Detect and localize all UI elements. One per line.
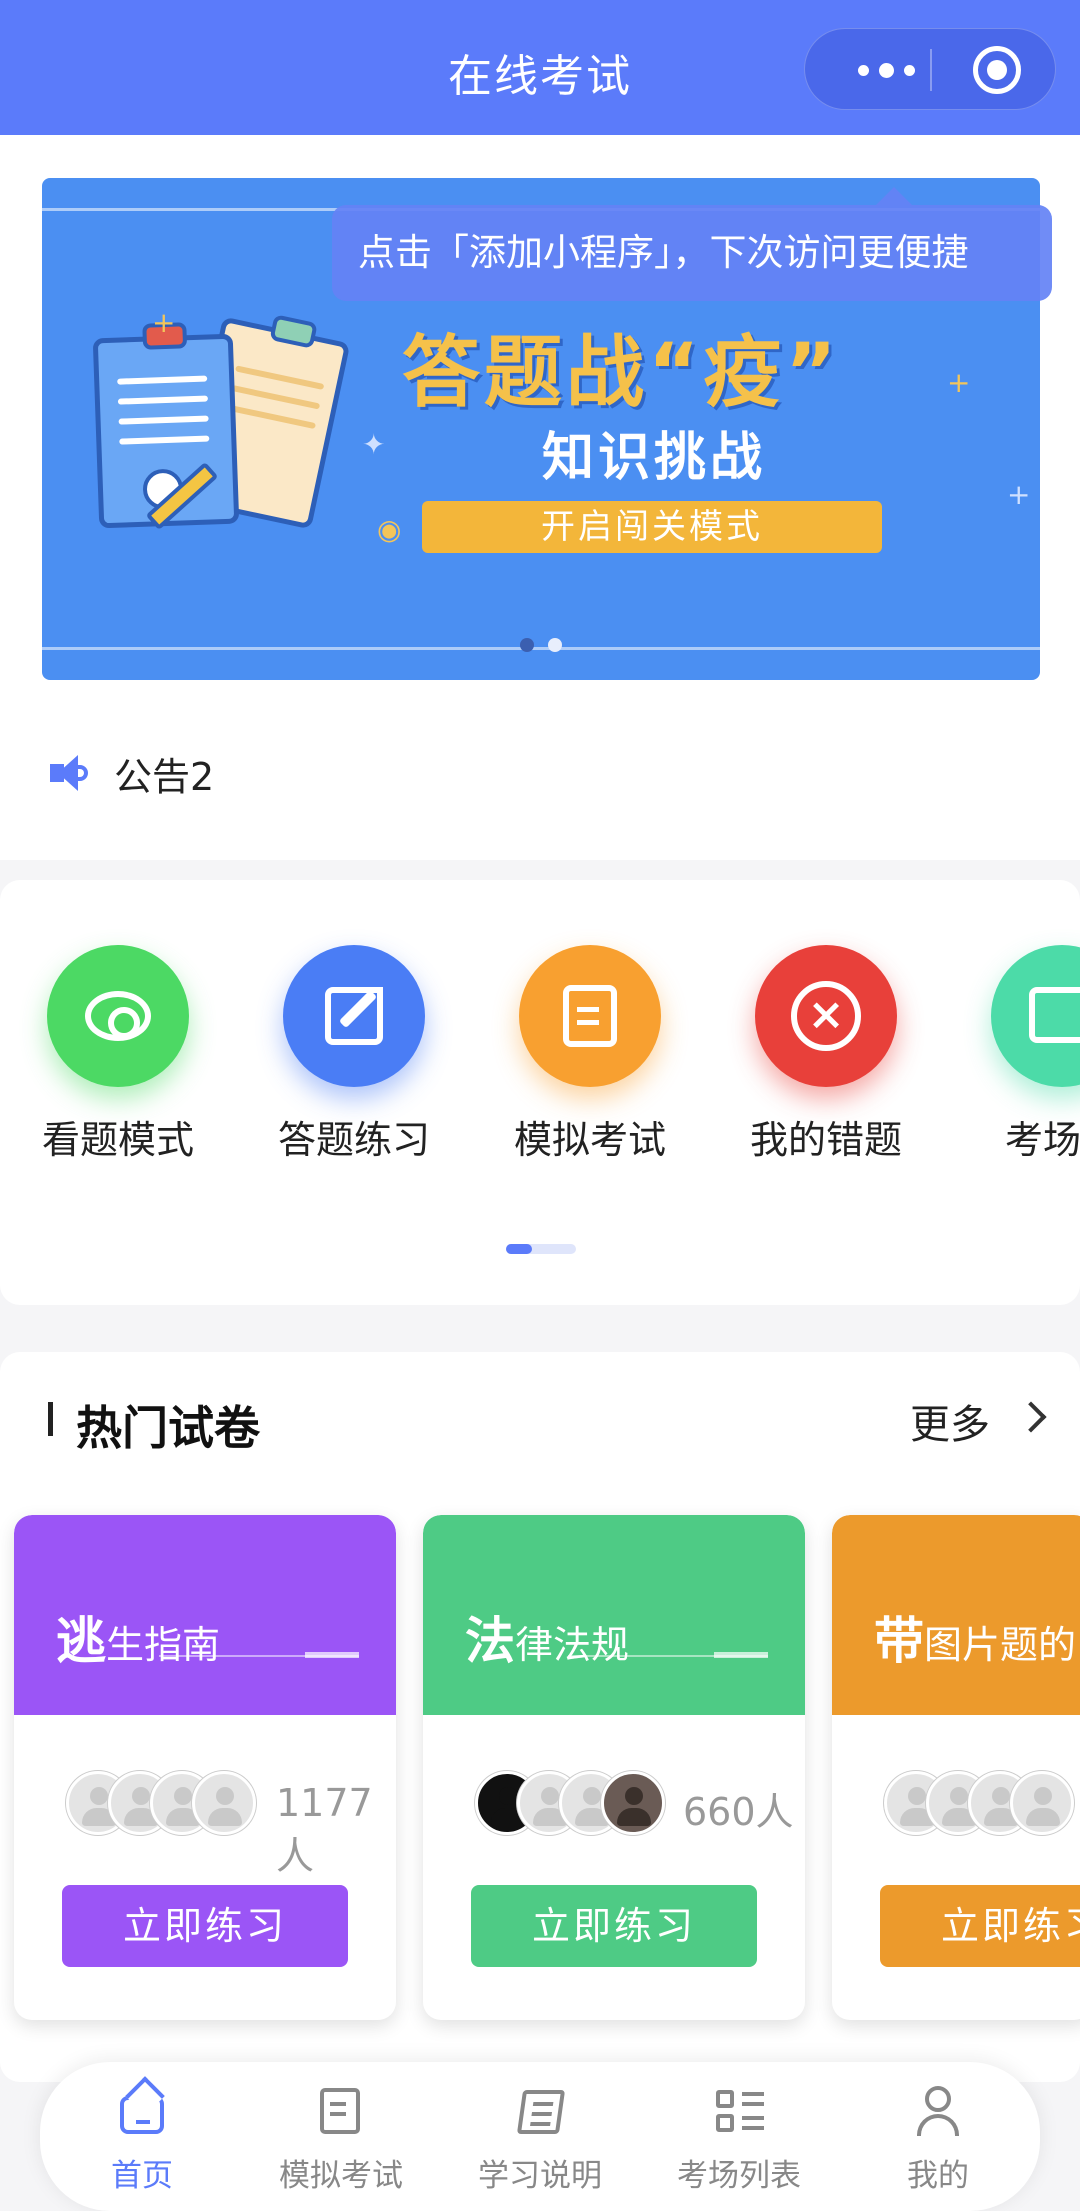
card-header: 带图片题的 <box>832 1515 1080 1715</box>
participant-count: 1177人 <box>276 1781 373 1878</box>
card-header: 法律法规 <box>423 1515 805 1715</box>
participant-avatars <box>475 1771 665 1835</box>
menu-item-label: 答题练习 <box>277 1118 430 1162</box>
tab-profile[interactable]: 我的 <box>858 2084 1018 2195</box>
banner-button: 开启闯关模式 <box>422 501 882 553</box>
tab-label: 学习说明 <box>478 2158 602 2194</box>
book-icon <box>515 2084 566 2138</box>
card-title: 带图片题的 <box>874 1612 1077 1670</box>
menu-item-practice[interactable]: 答题练习 <box>254 945 454 1164</box>
menu-item-mock-exam[interactable]: 模拟考试 <box>490 945 690 1164</box>
list-icon <box>714 2084 764 2138</box>
participant-avatars <box>884 1771 1074 1835</box>
paper-card[interactable]: 带图片题的 立即练习 <box>832 1515 1080 2020</box>
chart-icon <box>991 945 1080 1087</box>
sparkle-icon: + <box>152 306 176 339</box>
paper-card[interactable]: 法律法规 660人 立即练习 <box>423 1515 805 2020</box>
avatar <box>1010 1771 1074 1835</box>
add-mini-program-tip[interactable]: 点击「添加小程序」，下次访问更便捷 <box>332 187 1052 301</box>
close-icon[interactable] <box>973 46 1021 94</box>
close-circle-icon: × <box>755 945 897 1087</box>
eye-icon <box>47 945 189 1087</box>
practice-button[interactable]: 立即练习 <box>880 1885 1080 1967</box>
tab-label: 我的 <box>907 2158 969 2194</box>
feature-menu: 看题模式 答题练习 模拟考试 × 我的错题 考场排 <box>0 880 1080 1305</box>
sparkle-icon: ✦ <box>362 428 386 461</box>
announcement-text: 公告2 <box>114 754 215 799</box>
tab-label: 首页 <box>111 2158 173 2194</box>
carousel-dot[interactable] <box>548 638 562 652</box>
bottom-tab-bar: 首页 模拟考试 学习说明 考场列表 我的 <box>40 2062 1040 2211</box>
menu-item-label: 看题模式 <box>41 1118 194 1162</box>
avatar <box>192 1771 256 1835</box>
tab-exam-rooms[interactable]: 考场列表 <box>659 2084 819 2195</box>
menu-item-browse[interactable]: 看题模式 <box>18 945 218 1164</box>
nav-header: 在线考试 <box>0 0 1080 135</box>
tab-mock-exam[interactable]: 模拟考试 <box>261 2084 421 2195</box>
chevron-right-icon[interactable] <box>1015 1401 1047 1433</box>
capsule-divider <box>930 49 932 91</box>
announcement-bar[interactable]: 公告2 <box>48 748 215 799</box>
tab-label: 考场列表 <box>677 2158 801 2194</box>
carousel-dot[interactable] <box>520 638 534 652</box>
menu-item-label: 考场排 <box>1004 1118 1080 1162</box>
user-icon <box>913 2084 963 2138</box>
home-icon <box>117 2084 167 2138</box>
menu-item-label: 模拟考试 <box>513 1118 666 1162</box>
note-icon <box>519 945 661 1087</box>
participant-avatars <box>66 1771 256 1835</box>
practice-button[interactable]: 立即练习 <box>62 1885 348 1967</box>
tab-label: 模拟考试 <box>279 2158 403 2194</box>
card-title: 逃生指南 <box>56 1612 221 1670</box>
mini-program-capsule <box>804 28 1056 110</box>
card-title: 法律法规 <box>465 1612 630 1670</box>
more-link[interactable]: 更多 <box>910 1392 990 1450</box>
section-marker <box>48 1402 53 1436</box>
banner-subtitle: 知识挑战 <box>542 428 767 488</box>
tab-study-guide[interactable]: 学习说明 <box>460 2084 620 2195</box>
practice-button[interactable]: 立即练习 <box>471 1885 757 1967</box>
banner-title: 答题战“疫” <box>402 328 841 418</box>
sparkle-icon: + <box>1007 478 1031 511</box>
speaker-icon <box>48 751 92 795</box>
card-header: 逃生指南 <box>14 1515 396 1715</box>
menu-page-indicator <box>506 1244 576 1254</box>
participant-count: 660人 <box>683 1790 794 1834</box>
menu-item-label: 我的错题 <box>749 1118 902 1162</box>
paper-card[interactable]: 逃生指南 1177人 立即练习 <box>14 1515 396 2020</box>
exam-icon <box>316 2084 366 2138</box>
menu-item-exam-rank[interactable]: 考场排 <box>962 945 1080 1164</box>
more-icon[interactable] <box>841 53 931 87</box>
edit-icon <box>283 945 425 1087</box>
carousel-indicator <box>42 638 1040 652</box>
sparkle-icon: ◉ <box>377 513 402 546</box>
section-title: 热门试卷 <box>76 1401 260 1455</box>
avatar <box>601 1771 665 1835</box>
tab-home[interactable]: 首页 <box>62 2084 222 2195</box>
menu-item-wrong-questions[interactable]: × 我的错题 <box>726 945 926 1164</box>
sparkle-icon: + <box>947 366 971 399</box>
